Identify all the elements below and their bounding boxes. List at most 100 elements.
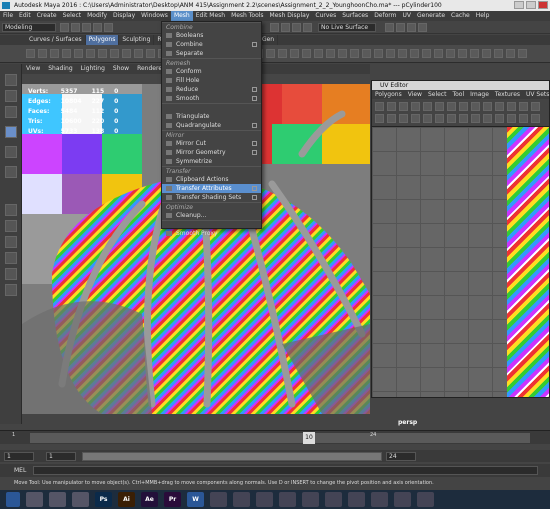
uv-tool-icon[interactable]: [387, 114, 396, 123]
hypershade-layout-icon[interactable]: [5, 284, 17, 296]
uv-tool-icon[interactable]: [423, 102, 432, 111]
uv-tool-icon[interactable]: [531, 102, 540, 111]
mel-input[interactable]: [33, 466, 538, 475]
uv-grid[interactable]: [372, 127, 549, 397]
menu-item-mirror-geometry[interactable]: Mirror Geometry: [162, 148, 261, 157]
start-time-field[interactable]: 1: [4, 452, 34, 461]
uv-tool-icon[interactable]: [519, 114, 528, 123]
taskbar-app-icon[interactable]: [394, 492, 411, 507]
uv-tool-icon[interactable]: [471, 114, 480, 123]
new-scene-icon[interactable]: [60, 23, 69, 32]
time-slider-bar[interactable]: [30, 433, 530, 443]
shelf-tool-icon[interactable]: [50, 49, 59, 58]
uv-tool-icon[interactable]: [459, 114, 468, 123]
uv-tool-icon[interactable]: [507, 102, 516, 111]
shelf-tool-icon[interactable]: [38, 49, 47, 58]
shelf-tool-icon[interactable]: [134, 49, 143, 58]
taskbar-app-icon[interactable]: [279, 492, 296, 507]
save-scene-icon[interactable]: [82, 23, 91, 32]
menu-deform[interactable]: Deform: [371, 11, 399, 21]
menu-mesh-display[interactable]: Mesh Display: [267, 11, 313, 21]
taskbar-app-w[interactable]: W: [187, 492, 204, 507]
taskbar-app-ps[interactable]: Ps: [95, 492, 112, 507]
shelf-tool-icon[interactable]: [338, 49, 347, 58]
playback-end-field[interactable]: 24: [386, 452, 416, 461]
shelf-tool-icon[interactable]: [410, 49, 419, 58]
menu-surfaces[interactable]: Surfaces: [339, 11, 371, 21]
shelf-tool-icon[interactable]: [314, 49, 323, 58]
menu-item-clipboard-actions[interactable]: Clipboard Actions: [162, 175, 261, 184]
range-slider-bar[interactable]: [82, 452, 382, 461]
option-box-icon[interactable]: [252, 123, 257, 128]
live-surface-field[interactable]: No Live Surface: [318, 23, 376, 32]
option-box-icon[interactable]: [252, 150, 257, 155]
select-tool-icon[interactable]: [5, 74, 17, 86]
taskbar-app-icon[interactable]: [256, 492, 273, 507]
paint-select-icon[interactable]: [5, 106, 17, 118]
layout-icon[interactable]: [5, 236, 17, 248]
menu-edit[interactable]: Edit: [16, 11, 34, 21]
uv-tool-icon[interactable]: [411, 102, 420, 111]
menu-create[interactable]: Create: [34, 11, 60, 21]
taskbar-app-ae[interactable]: Ae: [141, 492, 158, 507]
taskbar-app-ai[interactable]: Ai: [118, 492, 135, 507]
ipr-render-icon[interactable]: [396, 23, 405, 32]
files-icon[interactable]: [26, 492, 43, 507]
shelf-tool-icon[interactable]: [62, 49, 71, 58]
scale-tool-icon[interactable]: [5, 166, 17, 178]
menu-item-smooth[interactable]: Smooth: [162, 94, 261, 103]
media-icon[interactable]: [72, 492, 89, 507]
option-box-icon[interactable]: [252, 141, 257, 146]
shelf-tab-curves-surfaces[interactable]: Curves / Surfaces: [26, 35, 86, 45]
menu-modify[interactable]: Modify: [84, 11, 110, 21]
uv-tool-icon[interactable]: [483, 102, 492, 111]
option-box-icon[interactable]: [252, 87, 257, 92]
shelf-tool-icon[interactable]: [350, 49, 359, 58]
uv-menu-select[interactable]: Select: [425, 90, 450, 99]
uv-tool-icon[interactable]: [507, 114, 516, 123]
taskbar-app-icon[interactable]: [302, 492, 319, 507]
current-frame-marker[interactable]: 10: [303, 432, 315, 444]
shelf-tool-icon[interactable]: [110, 49, 119, 58]
shelf-tool-icon[interactable]: [302, 49, 311, 58]
uv-menu-uv-sets[interactable]: UV Sets: [523, 90, 550, 99]
menu-item-transfer-shading-sets[interactable]: Transfer Shading Sets: [162, 193, 261, 202]
menu-item-reduce[interactable]: Reduce: [162, 85, 261, 94]
shelf-tool-icon[interactable]: [122, 49, 131, 58]
menu-curves[interactable]: Curves: [312, 11, 339, 21]
shelf-tool-icon[interactable]: [146, 49, 155, 58]
shelf-tool-icon[interactable]: [446, 49, 455, 58]
viewport-menu-lighting[interactable]: Lighting: [77, 64, 109, 74]
shelf-tool-icon[interactable]: [494, 49, 503, 58]
menu-item-transfer-attributes[interactable]: Transfer Attributes: [162, 184, 261, 193]
uv-menu-view[interactable]: View: [405, 90, 425, 99]
uv-tool-icon[interactable]: [435, 114, 444, 123]
taskbar-app-icon[interactable]: [417, 492, 434, 507]
shelf-tool-icon[interactable]: [422, 49, 431, 58]
shelf-tool-icon[interactable]: [326, 49, 335, 58]
taskbar-app-icon[interactable]: [348, 492, 365, 507]
playback-start-field[interactable]: 1: [46, 452, 76, 461]
menu-item-quadrangulate[interactable]: Quadrangulate: [162, 121, 261, 130]
shelf-tool-icon[interactable]: [470, 49, 479, 58]
mode-select[interactable]: Modeling: [2, 23, 56, 32]
menu-item-fill-hole[interactable]: Fill Hole: [162, 76, 261, 85]
taskbar-app-icon[interactable]: [371, 492, 388, 507]
shelf-tool-icon[interactable]: [482, 49, 491, 58]
time-slider[interactable]: 1 10 24: [0, 430, 550, 444]
menu-help[interactable]: Help: [473, 11, 493, 21]
undo-icon[interactable]: [93, 23, 102, 32]
uv-tool-icon[interactable]: [423, 114, 432, 123]
menu-item-separate[interactable]: Separate: [162, 49, 261, 58]
uv-tool-icon[interactable]: [447, 102, 456, 111]
uv-tool-icon[interactable]: [375, 102, 384, 111]
maximize-button[interactable]: [526, 1, 536, 9]
menu-item-cleanup[interactable]: Cleanup...: [162, 211, 261, 220]
menu-cache[interactable]: Cache: [448, 11, 473, 21]
menu-generate[interactable]: Generate: [414, 11, 448, 21]
snap-curve-icon[interactable]: [281, 23, 290, 32]
menu-item-mirror-cut[interactable]: Mirror Cut: [162, 139, 261, 148]
snap-grid-icon[interactable]: [270, 23, 279, 32]
taskbar-app-pr[interactable]: Pr: [164, 492, 181, 507]
outliner-layout-icon[interactable]: [5, 252, 17, 264]
